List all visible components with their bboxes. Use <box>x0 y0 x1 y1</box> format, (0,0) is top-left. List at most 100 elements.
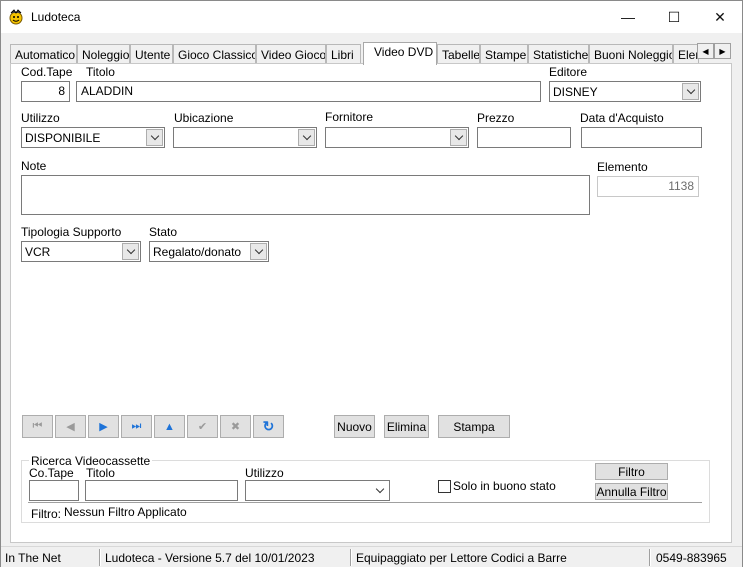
fornitore-label: Fornitore <box>325 110 374 124</box>
minimize-icon: — <box>621 9 635 25</box>
cancel-record-button[interactable]: ✖ <box>220 415 251 438</box>
tab-statistiche[interactable]: Statistiche <box>528 44 589 64</box>
tab-strip: Automatico Noleggio Utente Gioco Classic… <box>10 42 700 65</box>
data-acquisto-label: Data d'Acquisto <box>580 111 664 125</box>
last-record-button[interactable]: ⏭ <box>121 415 152 438</box>
check-icon: ✔ <box>197 421 208 433</box>
chevron-down-icon[interactable] <box>122 243 139 260</box>
status-divider <box>99 549 101 566</box>
editore-label: Editore <box>549 65 588 79</box>
search-separator <box>28 502 702 503</box>
search-titolo-label: Titolo <box>86 466 115 480</box>
next-record-icon: ▶ <box>99 421 108 433</box>
title-bar: Ludoteca — ☐ ✕ <box>1 1 742 33</box>
cancel-icon: ✖ <box>230 421 241 433</box>
annulla-filtro-button[interactable]: Annulla Filtro <box>595 483 668 500</box>
stampa-button[interactable]: Stampa <box>438 415 510 438</box>
prev-record-button[interactable]: ◀ <box>55 415 86 438</box>
nuovo-button[interactable]: Nuovo <box>334 415 375 438</box>
data-acquisto-field[interactable] <box>581 127 702 148</box>
tipologia-supporto-select[interactable]: VCR <box>21 241 141 262</box>
search-utilizzo-label: Utilizzo <box>245 466 284 480</box>
prezzo-field[interactable] <box>477 127 571 148</box>
solo-buono-stato-label: Solo in buono stato <box>453 479 556 493</box>
first-record-button[interactable]: ⏮ <box>22 415 53 438</box>
edit-record-button[interactable]: ▲ <box>154 415 185 438</box>
search-titolo-input[interactable] <box>85 480 238 501</box>
stato-select[interactable]: Regalato/donato <box>149 241 269 262</box>
close-button[interactable]: ✕ <box>697 1 743 33</box>
tab-buoni-noleggio[interactable]: Buoni Noleggio <box>589 44 673 64</box>
status-divider <box>649 549 651 566</box>
window-title: Ludoteca <box>31 10 81 24</box>
status-company: In The Net <box>5 551 61 565</box>
tipologia-supporto-label: Tipologia Supporto <box>21 225 122 239</box>
tab-noleggio[interactable]: Noleggio <box>77 44 130 64</box>
cod-tape-field[interactable]: 8 <box>21 81 70 102</box>
cod-tape-label: Cod.Tape <box>21 65 73 79</box>
editore-value: DISNEY <box>553 85 598 99</box>
tab-gioco-classico[interactable]: Gioco Classico <box>173 44 256 64</box>
app-logo-icon <box>8 9 24 25</box>
utilizzo-value: DISPONIBILE <box>25 131 101 145</box>
tab-automatico[interactable]: Automatico <box>10 44 77 64</box>
status-phone: 0549-883965 <box>656 551 727 565</box>
tab-scroll-buttons: ◀ ▶ <box>697 43 731 59</box>
post-record-button[interactable]: ✔ <box>187 415 218 438</box>
status-version: Ludoteca - Versione 5.7 del 10/01/2023 <box>105 551 315 565</box>
note-label: Note <box>21 159 47 173</box>
tab-libri[interactable]: Libri <box>326 44 361 64</box>
chevron-down-icon[interactable] <box>371 482 388 499</box>
filtro-value: Nessun Filtro Applicato <box>64 505 187 519</box>
tab-scroll-right-icon[interactable]: ▶ <box>714 43 731 59</box>
stato-value: Regalato/donato <box>153 245 242 259</box>
refresh-icon: ↻ <box>262 418 275 434</box>
chevron-down-icon[interactable] <box>682 83 699 100</box>
ubicazione-select[interactable] <box>173 127 317 148</box>
filtro-button[interactable]: Filtro <box>595 463 668 480</box>
app-window: Ludoteca — ☐ ✕ Automatico Noleggio Utent… <box>0 0 743 567</box>
elemento-field: 1138 <box>597 176 699 197</box>
minimize-button[interactable]: — <box>605 1 651 33</box>
chevron-down-icon[interactable] <box>298 129 315 146</box>
solo-buono-stato-checkbox[interactable] <box>438 480 451 493</box>
tipologia-supporto-value: VCR <box>25 245 51 259</box>
status-bar: In The Net Ludoteca - Versione 5.7 del 1… <box>1 546 742 567</box>
elemento-label: Elemento <box>597 160 648 174</box>
note-textarea[interactable] <box>21 175 590 215</box>
prezzo-label: Prezzo <box>477 111 515 125</box>
tab-video-gioco[interactable]: Video Gioco <box>256 44 326 64</box>
tab-scroll-left-icon[interactable]: ◀ <box>697 43 714 59</box>
chevron-down-icon[interactable] <box>146 129 163 146</box>
tab-elementi[interactable]: Elementi <box>673 44 699 64</box>
elimina-button[interactable]: Elimina <box>384 415 429 438</box>
prev-record-icon: ◀ <box>66 421 75 433</box>
status-divider <box>350 549 352 566</box>
next-record-button[interactable]: ▶ <box>88 415 119 438</box>
chevron-down-icon[interactable] <box>250 243 267 260</box>
last-record-icon: ⏭ <box>131 420 142 432</box>
maximize-button[interactable]: ☐ <box>651 1 697 33</box>
utilizzo-select[interactable]: DISPONIBILE <box>21 127 165 148</box>
filtro-label: Filtro: <box>31 507 61 521</box>
fornitore-select[interactable] <box>325 127 469 148</box>
tab-utente[interactable]: Utente <box>130 44 173 64</box>
search-utilizzo-select[interactable] <box>245 480 390 501</box>
ubicazione-label: Ubicazione <box>174 111 234 125</box>
editore-select[interactable]: DISNEY <box>549 81 701 102</box>
refresh-record-button[interactable]: ↻ <box>253 415 284 438</box>
status-equip: Equipaggiato per Lettore Codici a Barre <box>356 551 567 565</box>
stato-label: Stato <box>149 225 178 239</box>
maximize-icon: ☐ <box>667 8 681 25</box>
search-co-tape-label: Co.Tape <box>29 466 74 480</box>
first-record-icon: ⏮ <box>32 420 43 432</box>
tab-tabelle[interactable]: Tabelle <box>437 44 480 64</box>
close-icon: ✕ <box>714 8 726 25</box>
search-co-tape-input[interactable] <box>29 480 79 501</box>
chevron-down-icon[interactable] <box>450 129 467 146</box>
tab-stampe[interactable]: Stampe <box>480 44 528 64</box>
titolo-field[interactable]: ALADDIN <box>76 81 541 102</box>
tab-video-dvd[interactable]: Video DVD <box>363 42 437 65</box>
titolo-label: Titolo <box>86 65 115 79</box>
edit-record-icon: ▲ <box>164 420 175 433</box>
